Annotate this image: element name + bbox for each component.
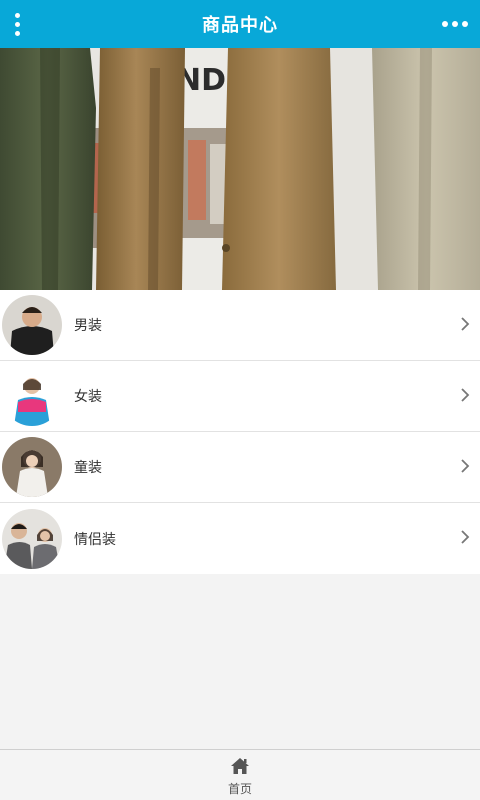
tab-home-label: 首页 [227, 781, 252, 796]
tab-home[interactable]: 首页 [210, 750, 270, 800]
chevron-right-icon [461, 530, 470, 544]
banner-jackets-image: ND [0, 48, 480, 290]
category-label: 童装 [74, 460, 102, 476]
horizontal-dots-icon [442, 21, 448, 27]
chevron-right-icon [461, 459, 470, 473]
more-options-button[interactable] [430, 0, 480, 48]
chevron-right-icon [461, 317, 470, 331]
category-item-couples[interactable]: 情侣装 [0, 503, 480, 574]
category-list: 男装 女装 童装 情侣装 [0, 290, 480, 574]
chevron-right-icon [461, 388, 470, 402]
bottom-nav-bar: 首页 [0, 749, 480, 800]
vertical-dots-icon-dot [14, 30, 20, 36]
category-label: 女装 [74, 389, 102, 405]
couples-clothing-thumb [2, 508, 62, 569]
header-bar: 商品中心 [0, 0, 480, 48]
horizontal-dots-icon-dot [462, 21, 468, 27]
kids-clothing-thumb [2, 437, 62, 497]
men-clothing-thumb [2, 295, 62, 355]
page-title: 商品中心 [202, 15, 278, 36]
horizontal-dots-icon-dot [452, 21, 458, 27]
category-label: 男装 [74, 318, 102, 334]
vertical-dots-icon-dot [14, 21, 20, 27]
women-clothing-thumb [2, 366, 62, 426]
vertical-dots-icon [14, 12, 20, 18]
category-item-women[interactable]: 女装 [0, 361, 480, 432]
category-label: 情侣装 [74, 531, 116, 548]
category-item-kids[interactable]: 童装 [0, 432, 480, 503]
banner-carousel[interactable]: ND [0, 48, 480, 290]
menu-button[interactable] [0, 0, 34, 48]
category-item-men[interactable]: 男装 [0, 290, 480, 361]
home-icon [231, 757, 249, 774]
